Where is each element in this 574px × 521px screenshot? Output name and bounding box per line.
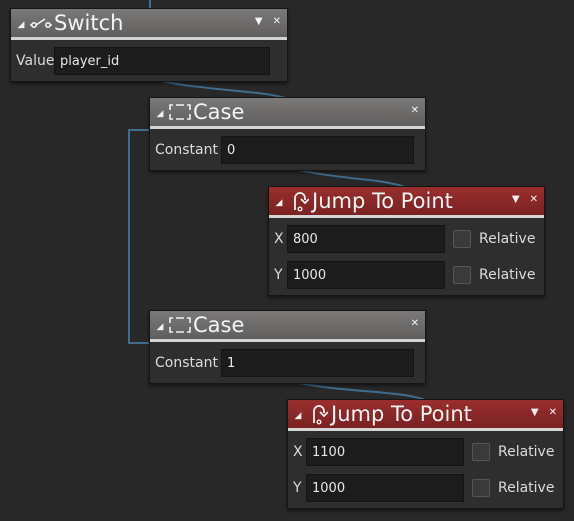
case-node-header[interactable]: ◢ Case ✕ [150, 311, 425, 342]
x-input[interactable] [306, 438, 464, 466]
constant-row: Constant [155, 135, 420, 165]
menu-dropdown-icon[interactable]: ▼ [255, 15, 263, 29]
menu-dropdown-icon[interactable]: ▼ [512, 193, 520, 207]
relative-label: Relative [498, 480, 555, 496]
y-input[interactable] [287, 261, 445, 289]
switch-icon [28, 12, 54, 34]
node-title: Jump To Point [312, 188, 453, 213]
relative-label: Relative [498, 444, 555, 460]
x-input[interactable] [287, 225, 445, 253]
constant-label: Constant [155, 142, 218, 158]
value-row: Value [16, 46, 282, 76]
x-relative-checkbox[interactable] [453, 230, 471, 248]
node-title: Switch [54, 10, 124, 35]
jump-node-body: X Relative Y Relative [269, 218, 544, 295]
jump-arrow-icon [305, 403, 331, 425]
relative-label: Relative [479, 267, 536, 283]
case-bracket-icon [167, 101, 193, 123]
y-label: Y [274, 267, 283, 283]
switch-node[interactable]: ◢ Switch ▼ ✕ Value [10, 8, 288, 82]
close-icon[interactable]: ✕ [273, 15, 281, 29]
jump-node-body: X Relative Y Relative [288, 431, 563, 508]
case-node[interactable]: ◢ Case ✕ Constant [149, 310, 426, 384]
case-node-body: Constant [150, 342, 425, 383]
jump-to-point-node[interactable]: ◢ Jump To Point ▼ ✕ X Relative Y Relativ… [268, 186, 545, 296]
y-relative-checkbox[interactable] [472, 479, 490, 497]
node-title: Jump To Point [331, 401, 472, 426]
x-row: X Relative [293, 437, 558, 467]
jump-arrow-icon [286, 190, 312, 212]
collapse-icon[interactable]: ◢ [153, 109, 167, 119]
constant-row: Constant [155, 348, 420, 378]
x-label: X [293, 444, 303, 460]
constant-input[interactable] [221, 136, 414, 164]
collapse-icon[interactable]: ◢ [272, 198, 286, 208]
case-bracket-icon [167, 314, 193, 336]
case-node[interactable]: ◢ Case ✕ Constant [149, 97, 426, 171]
close-icon[interactable]: ✕ [411, 104, 419, 118]
y-input[interactable] [306, 474, 464, 502]
collapse-icon[interactable]: ◢ [14, 20, 28, 30]
case-node-header[interactable]: ◢ Case ✕ [150, 98, 425, 129]
jump-node-header[interactable]: ◢ Jump To Point ▼ ✕ [288, 400, 563, 431]
jump-to-point-node[interactable]: ◢ Jump To Point ▼ ✕ X Relative Y Relativ… [287, 399, 564, 509]
constant-label: Constant [155, 355, 218, 371]
switch-node-body: Value [11, 40, 287, 81]
close-icon[interactable]: ✕ [411, 317, 419, 331]
x-relative-checkbox[interactable] [472, 443, 490, 461]
x-row: X Relative [274, 224, 539, 254]
y-relative-checkbox[interactable] [453, 266, 471, 284]
node-title: Case [193, 99, 245, 124]
jump-node-header[interactable]: ◢ Jump To Point ▼ ✕ [269, 187, 544, 218]
node-title: Case [193, 312, 245, 337]
value-label: Value [16, 53, 55, 69]
case-node-body: Constant [150, 129, 425, 170]
x-label: X [274, 231, 284, 247]
value-input[interactable] [54, 47, 270, 75]
relative-label: Relative [479, 231, 536, 247]
wire-case-branch [128, 129, 150, 344]
collapse-icon[interactable]: ◢ [291, 411, 305, 421]
y-row: Y Relative [274, 260, 539, 290]
switch-node-header[interactable]: ◢ Switch ▼ ✕ [11, 9, 287, 40]
close-icon[interactable]: ✕ [530, 193, 538, 207]
menu-dropdown-icon[interactable]: ▼ [531, 406, 539, 420]
y-label: Y [293, 480, 302, 496]
constant-input[interactable] [221, 349, 414, 377]
collapse-icon[interactable]: ◢ [153, 322, 167, 332]
close-icon[interactable]: ✕ [549, 406, 557, 420]
y-row: Y Relative [293, 473, 558, 503]
